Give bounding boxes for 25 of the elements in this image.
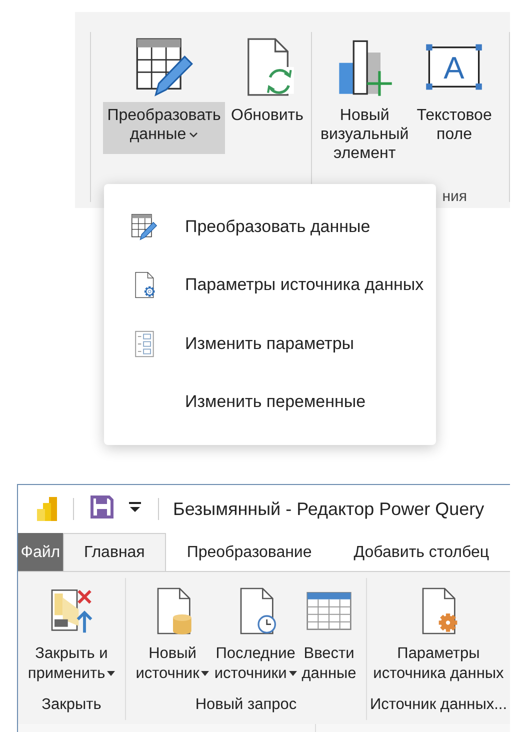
file-tab[interactable]: Файл [18,533,63,571]
group-label: Закрыть [40,696,102,715]
ribbon-button[interactable]: Ввести данные [300,586,358,684]
menu-item[interactable]: Изменить переменные [104,372,436,431]
window-title: Безымянный - Редактор Power Query [173,498,484,520]
group-label: Источник данных... [368,696,508,715]
ribbon-button[interactable]: Закрыть и применить [26,586,116,684]
power-bi-logo-icon [35,497,59,521]
ribbon-button[interactable]: A Текстовое поле [414,32,494,144]
ribbon-tab[interactable]: Главная [62,533,166,571]
ribbon-button[interactable]: Новый источник [134,586,210,684]
ribbon-button[interactable]: Новый визуальный элемент [318,32,411,163]
menu-item[interactable]: Изменить параметры [104,314,436,373]
ribbon-button[interactable]: Последние источники [213,586,298,684]
ribbon-button[interactable]: Обновить [229,32,306,125]
group-label: ния [442,188,467,207]
transform-data-dropdown[interactable]: Преобразовать данные [103,102,225,154]
save-icon [90,495,114,519]
ribbon-button[interactable]: Параметры источника данных [372,586,505,684]
chevron-down-icon [189,132,198,138]
group-label: Новый запрос [194,696,298,715]
caret-down-icon [128,500,142,514]
menu-item[interactable]: Параметры источника данных [104,256,436,314]
menu-item[interactable]: Преобразовать данные [104,198,436,256]
table-pencil-icon [130,213,158,242]
